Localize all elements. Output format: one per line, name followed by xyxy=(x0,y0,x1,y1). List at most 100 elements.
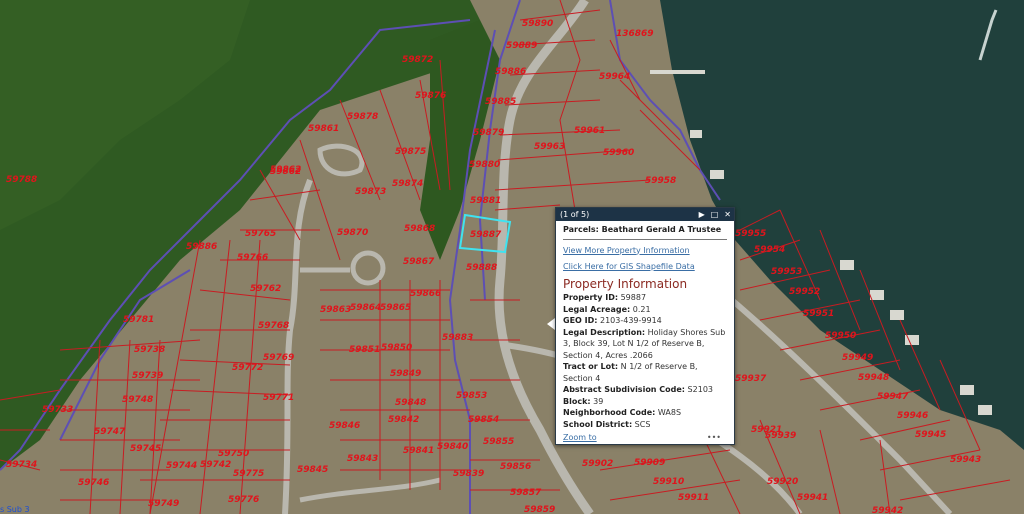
parcel-label[interactable]: 59853 xyxy=(456,391,487,401)
parcel-label[interactable]: 59840 xyxy=(437,442,468,452)
parcel-label[interactable]: 59859 xyxy=(524,505,555,514)
parcel-label[interactable]: 59888 xyxy=(466,263,497,273)
parcel-label[interactable]: 59870 xyxy=(337,228,368,238)
parcel-label[interactable]: 59771 xyxy=(263,393,294,403)
parcel-label[interactable]: 59854 xyxy=(468,415,499,425)
parcel-label[interactable]: 59733 xyxy=(42,405,73,415)
parcel-label[interactable]: 59750 xyxy=(218,449,249,459)
parcel-label[interactable]: 59843 xyxy=(347,454,378,464)
parcel-label[interactable]: 59878 xyxy=(347,112,378,122)
parcel-label[interactable]: 59748 xyxy=(122,395,153,405)
parcel-label[interactable]: 59768 xyxy=(258,321,289,331)
parcel-label[interactable]: 59746 xyxy=(78,478,109,488)
parcel-label[interactable]: 59866 xyxy=(410,289,441,299)
parcel-label[interactable]: 59879 xyxy=(473,128,504,138)
parcel-label[interactable]: 59949 xyxy=(842,353,873,363)
parcel-label[interactable]: 59850 xyxy=(381,343,412,353)
parcel-label[interactable]: 59950 xyxy=(825,331,856,341)
gis-shapefile-link[interactable]: Click Here for GIS Shapefile Data xyxy=(563,261,727,273)
parcel-label[interactable]: 59910 xyxy=(653,477,684,487)
parcel-label[interactable]: 59945 xyxy=(915,430,946,440)
parcel-label[interactable]: 59941 xyxy=(797,493,828,503)
parcel-label[interactable]: 59955 xyxy=(735,229,766,239)
parcel-label[interactable]: 59781 xyxy=(123,315,154,325)
parcel-label[interactable]: 59920 xyxy=(767,477,798,487)
parcel-label[interactable]: 59876 xyxy=(415,91,446,101)
parcel-label[interactable]: 59788 xyxy=(6,175,37,185)
close-icon[interactable]: ✕ xyxy=(724,208,731,221)
parcel-label[interactable]: 59954 xyxy=(754,245,785,255)
map-canvas[interactable]: 59890 136869 59889 59872 59886 59964 59876 5988… xyxy=(0,0,1024,514)
parcel-label[interactable]: 59947 xyxy=(877,392,909,402)
parcel-label[interactable]: 59872 xyxy=(402,55,433,65)
parcel-label[interactable]: 59890 xyxy=(522,19,553,29)
parcel-label[interactable]: 59963 xyxy=(534,142,565,152)
parcel-label[interactable]: 136869 xyxy=(616,29,654,39)
parcel-label[interactable]: 59881 xyxy=(470,196,501,206)
parcel-label[interactable]: 59951 xyxy=(803,309,834,319)
parcel-label[interactable]: 59864 xyxy=(350,303,381,313)
parcel-label[interactable]: 59747 xyxy=(94,427,126,437)
parcel-label[interactable]: 59855 xyxy=(483,437,514,447)
parcel-label[interactable]: 59842 xyxy=(388,415,419,425)
parcel-label[interactable]: 59865 xyxy=(380,303,411,313)
more-options-icon[interactable]: ••• xyxy=(707,433,721,442)
parcel-label[interactable]: 59857 xyxy=(510,488,542,498)
parcel-label[interactable]: 59744 xyxy=(166,461,197,471)
parcel-label[interactable]: 59880 xyxy=(469,160,500,170)
parcel-label[interactable]: 59886 xyxy=(495,67,526,77)
parcel-label[interactable]: 59868 xyxy=(404,224,435,234)
parcel-label[interactable]: 59749 xyxy=(148,499,179,509)
parcel-label[interactable]: 59856 xyxy=(500,462,531,472)
parcel-label[interactable]: 59775 xyxy=(233,469,264,479)
parcel-label[interactable]: 59875 xyxy=(395,147,426,157)
parcel-label[interactable]: 59886 xyxy=(186,242,217,252)
parcel-label[interactable]: 59911 xyxy=(678,493,709,503)
parcel-label[interactable]: 59766 xyxy=(237,253,268,263)
parcel-label[interactable]: 59942 xyxy=(872,506,903,514)
parcel-label[interactable]: 59939 xyxy=(765,431,796,441)
parcel-label[interactable]: 59762 xyxy=(250,284,281,294)
parcel-label[interactable]: 59734 xyxy=(6,460,37,470)
parcel-label[interactable]: 59960 xyxy=(603,148,634,158)
parcel-label[interactable]: 59883 xyxy=(442,333,473,343)
parcel-label[interactable]: 59861 xyxy=(308,124,339,134)
parcel-label[interactable]: 59769 xyxy=(263,353,294,363)
parcel-label[interactable]: 59772 xyxy=(232,363,263,373)
parcel-label[interactable]: 59846 xyxy=(329,421,360,431)
parcel-label[interactable]: 59902 xyxy=(582,459,613,469)
parcel-label[interactable]: 59874 xyxy=(392,179,423,189)
parcel-label[interactable]: 59867 xyxy=(403,257,435,267)
parcel-label[interactable]: 59765 xyxy=(245,229,276,239)
view-more-link[interactable]: View More Property Information xyxy=(563,245,727,257)
parcel-label[interactable]: 59849 xyxy=(390,369,421,379)
parcel-label[interactable]: 59873 xyxy=(355,187,386,197)
parcel-label[interactable]: 59937 xyxy=(735,374,767,384)
parcel-label[interactable]: 59848 xyxy=(395,398,426,408)
parcel-label[interactable]: 59961 xyxy=(574,126,605,136)
parcel-label[interactable]: 59839 xyxy=(453,469,484,479)
parcel-label[interactable]: 59889 xyxy=(506,41,537,51)
parcel-label[interactable]: 59909 xyxy=(634,458,665,468)
parcel-label[interactable]: 59958 xyxy=(645,176,676,186)
parcel-label[interactable]: 59885 xyxy=(485,97,516,107)
parcel-label[interactable]: 59863 xyxy=(320,305,351,315)
parcel-label[interactable]: 59742 xyxy=(200,460,231,470)
parcel-label[interactable]: 59845 xyxy=(297,465,328,475)
parcel-label[interactable]: 59841 xyxy=(403,446,434,456)
parcel-label[interactable]: 59739 xyxy=(132,371,163,381)
next-feature-icon[interactable]: ▶ xyxy=(699,208,705,221)
parcel-label[interactable]: 59862 xyxy=(270,167,301,177)
parcel-label[interactable]: 59943 xyxy=(950,455,981,465)
parcel-label[interactable]: 59745 xyxy=(130,444,161,454)
maximize-icon[interactable]: □ xyxy=(711,208,719,221)
parcel-label[interactable]: 59887 xyxy=(470,230,502,240)
parcel-label[interactable]: 59964 xyxy=(599,72,630,82)
parcel-label[interactable]: 59738 xyxy=(134,345,165,355)
parcel-label[interactable]: 59953 xyxy=(771,267,802,277)
parcel-label[interactable]: 59776 xyxy=(228,495,259,505)
parcel-label[interactable]: 59946 xyxy=(897,411,928,421)
zoom-to-link[interactable]: Zoom to xyxy=(563,433,597,442)
parcel-label[interactable]: 59948 xyxy=(858,373,889,383)
parcel-label[interactable]: 59952 xyxy=(789,287,820,297)
